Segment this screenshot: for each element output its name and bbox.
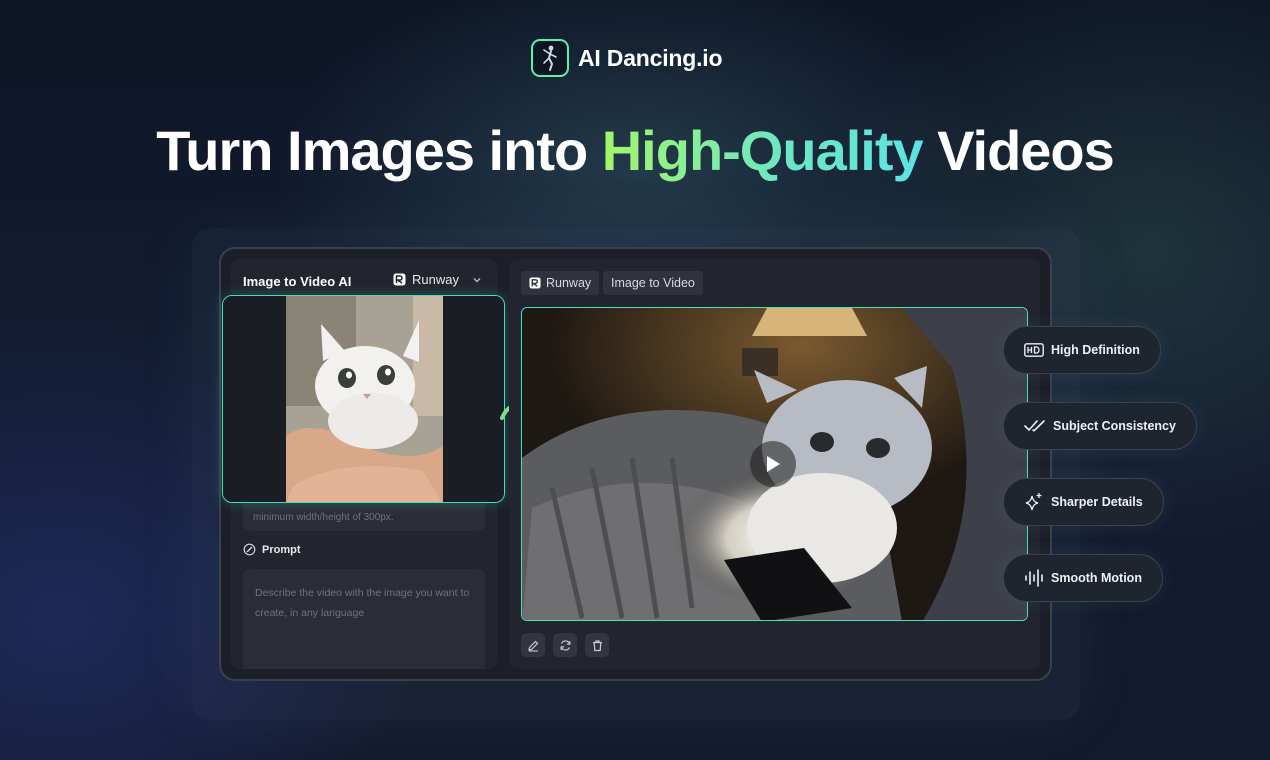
feature-label: High Definition (1051, 343, 1140, 357)
feature-label: Smooth Motion (1051, 571, 1142, 585)
play-icon (767, 456, 780, 472)
delete-button[interactable] (585, 633, 609, 657)
mode-chip: Image to Video (603, 271, 703, 295)
model-chip: Runway (521, 271, 600, 295)
panel-title: Image to Video AI (243, 274, 352, 289)
feature-pill-subject-consistency: Subject Consistency (1003, 402, 1197, 450)
waveform-icon (1025, 569, 1043, 587)
edit-button[interactable] (521, 633, 545, 657)
prompt-pen-icon (243, 543, 256, 556)
prompt-label: Prompt (243, 543, 301, 556)
headline-highlight: High-Quality (601, 119, 924, 182)
hd-icon (1024, 343, 1044, 357)
regenerate-button[interactable] (553, 633, 577, 657)
page-headline: Turn Images into High-Quality Videos (0, 118, 1270, 183)
headline-part-2: Videos (922, 119, 1115, 182)
model-select[interactable]: Runway (393, 272, 483, 287)
pencil-icon (527, 640, 538, 652)
model-select-label: Runway (412, 272, 459, 287)
prompt-input[interactable]: Describe the video with the image you wa… (243, 569, 485, 669)
trash-icon (592, 639, 602, 651)
sparkle-icon (1025, 493, 1042, 511)
feature-pill-smooth-motion: Smooth Motion (1003, 554, 1163, 602)
feature-pill-high-definition: High Definition (1003, 326, 1161, 374)
chevron-down-icon (473, 277, 481, 282)
brand-name: AI Dancing.io (578, 44, 723, 71)
model-chip-label: Runway (546, 276, 592, 290)
uploaded-image-card[interactable] (222, 295, 505, 503)
dancer-logo-icon (531, 39, 569, 77)
runway-logo-icon (529, 277, 541, 289)
upload-hint: minimum width/height of 300px. (243, 499, 485, 531)
uploaded-cat-photo (223, 296, 504, 502)
brand[interactable]: AI Dancing.io (531, 39, 723, 77)
prompt-label-text: Prompt (262, 543, 301, 556)
refresh-icon (560, 639, 570, 651)
play-button[interactable] (750, 441, 796, 487)
feature-label: Subject Consistency (1053, 419, 1176, 433)
double-check-icon (1024, 420, 1045, 432)
feature-label: Sharper Details (1051, 495, 1143, 509)
feature-pill-sharper-details: Sharper Details (1003, 478, 1164, 526)
runway-logo-icon (393, 273, 406, 286)
headline-part-1: Turn Images into (156, 119, 602, 182)
